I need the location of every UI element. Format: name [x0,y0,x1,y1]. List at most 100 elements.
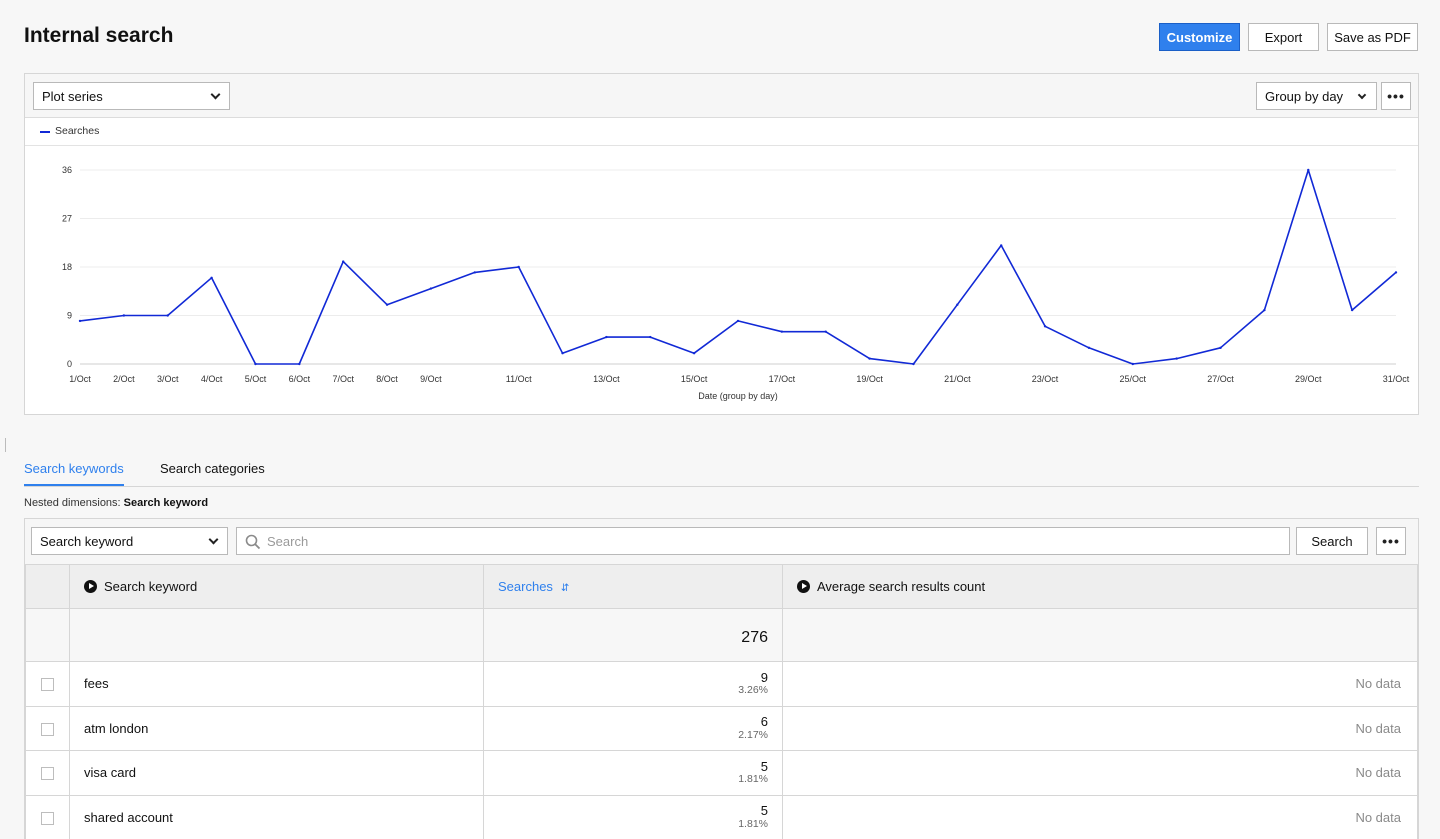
data-point [692,352,696,355]
table-row[interactable]: atm london 6 2.17% No data [25,705,1418,751]
data-point [605,335,608,339]
chart-more-button[interactable]: ••• [1381,82,1411,110]
tabs: Search keywords Search categories [24,455,1419,487]
searches-percent: 1.81% [738,773,768,786]
total-searches: 276 [483,608,783,662]
table-card: Search keyword Search ••• Search keyword… [24,518,1419,839]
data-point [1087,346,1091,350]
tab-search-categories[interactable]: Search categories [160,461,265,484]
data-point [1263,308,1266,312]
table-more-button[interactable]: ••• [1376,527,1406,555]
plot-series-select[interactable]: Plot series [33,82,230,110]
search-box [236,527,1290,555]
search-input[interactable] [267,532,1267,550]
keywords-table: Search keyword Searches ⇵ Average search … [25,564,1418,839]
total-cell [25,608,70,662]
data-point [736,319,740,323]
x-tick-label: 25/Oct [1120,374,1147,384]
searches-percent: 2.17% [738,728,768,741]
table-row[interactable]: shared account 5 1.81% No data [25,794,1418,839]
column-label: Average search results count [817,579,986,594]
play-icon [797,580,810,593]
column-label: Searches [498,579,553,594]
table-row[interactable]: fees 9 3.26% No data [25,661,1418,707]
data-point [956,303,959,306]
y-tick-label: 27 [62,214,72,224]
nested-dimensions: Nested dimensions: Search keyword [24,497,208,509]
save-as-pdf-button[interactable]: Save as PDF [1327,23,1418,51]
data-point [429,287,433,290]
searches-value: 5 [760,803,768,819]
searches-cell: 9 3.26% [483,661,783,707]
column-header-search-keyword[interactable]: Search keyword [69,564,484,609]
data-point [1350,308,1354,312]
data-point [298,362,301,366]
data-point [254,362,257,366]
table-row[interactable]: visa card 5 1.81% No data [25,750,1418,796]
export-button[interactable]: Export [1248,23,1319,51]
row-checkbox[interactable] [41,722,54,736]
x-tick-label: 7/Oct [332,374,354,384]
dimension-select[interactable]: Search keyword [31,527,228,555]
data-point [166,314,169,317]
row-checkbox[interactable] [41,767,54,781]
avg-results-cell: No data [782,794,1418,839]
column-header-searches[interactable]: Searches ⇵ [483,564,783,609]
group-by-select[interactable]: Group by day [1256,82,1377,110]
total-cell [69,608,484,662]
y-tick-label: 36 [62,165,72,175]
data-point [649,335,652,339]
total-cell [782,608,1418,662]
data-point [1000,244,1003,247]
x-tick-label: 5/Oct [245,374,267,384]
x-tick-label: 4/Oct [201,374,223,384]
avg-results-cell: No data [782,750,1418,796]
searches-cell: 6 2.17% [483,705,783,751]
x-tick-label: 21/Oct [944,374,971,384]
x-tick-label: 13/Oct [593,374,620,384]
row-checkbox[interactable] [41,678,54,692]
x-tick-label: 6/Oct [289,374,311,384]
chart-card: Plot series Group by day ••• Searches 0 9… [24,73,1419,415]
data-point [780,330,784,333]
chevron-down-icon [208,534,219,545]
keyword-cell: fees [69,661,484,707]
dimension-select-label: Search keyword [40,533,134,549]
group-by-label: Group by day [1265,88,1344,104]
data-point [824,330,827,333]
row-checkbox[interactable] [41,811,54,825]
row-select-cell [25,661,70,707]
x-tick-label: 27/Oct [1207,374,1234,384]
data-point [78,319,82,323]
keyword-cell: shared account [69,794,484,839]
y-tick-label: 18 [62,262,72,272]
x-axis-label: Date (group by day) [698,391,778,401]
legend-line-icon [40,131,50,133]
y-tick-label: 0 [67,359,72,369]
nested-dimensions-value: Search keyword [123,497,209,509]
tab-search-keywords[interactable]: Search keywords [24,461,124,486]
column-header-average-results[interactable]: Average search results count [782,564,1418,609]
searches-value: 5 [760,758,768,774]
chart-toolbar: Plot series Group by day ••• [25,74,1418,118]
sort-icon: ⇵ [560,583,570,594]
searches-percent: 3.26% [738,684,768,697]
keyword-cell: atm london [69,705,484,751]
data-point [1043,325,1047,328]
searches-value: 9 [760,669,768,685]
data-point [473,271,476,274]
nested-dimensions-label: Nested dimensions: [24,497,121,509]
data-point [1219,346,1222,350]
x-tick-label: 1/Oct [69,374,91,384]
data-point [517,265,520,269]
data-point [868,357,871,360]
x-tick-label: 8/Oct [376,374,398,384]
x-tick-label: 2/Oct [113,374,135,384]
y-tick-label: 9 [67,311,72,321]
column-label: Search keyword [104,579,198,594]
search-button[interactable]: Search [1296,527,1368,555]
customize-button[interactable]: Customize [1159,23,1240,51]
x-tick-label: 3/Oct [157,374,179,384]
data-point [1394,271,1398,274]
data-point [1131,362,1135,366]
